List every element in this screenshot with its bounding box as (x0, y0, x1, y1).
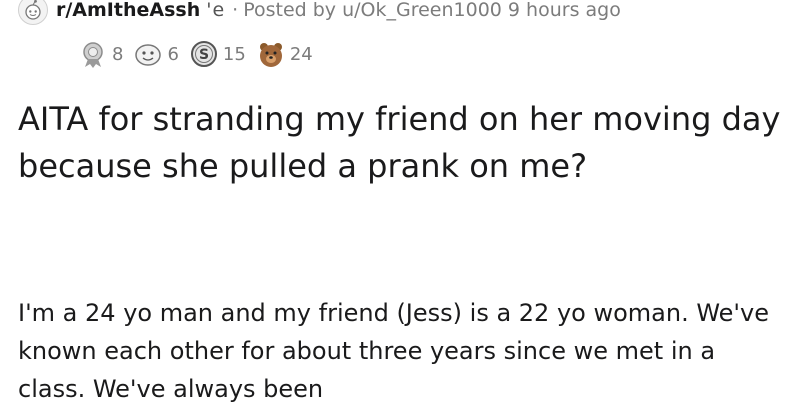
helpful-award-icon (133, 39, 163, 69)
award-bear[interactable]: 24 (256, 39, 313, 69)
post-body: I'm a 24 yo man and my friend (Jess) is … (18, 299, 769, 403)
posted-by-text: Posted by u/Ok_Green1000 9 hours ago (243, 0, 621, 21)
silver-award-icon (78, 39, 108, 69)
bear-award-icon (256, 39, 286, 69)
reddit-post: r/AmItheAssh 'e · Posted by u/Ok_Green10… (0, 0, 800, 420)
award-count: 24 (289, 43, 313, 65)
svg-text:S: S (199, 47, 209, 63)
post-title[interactable]: AITA for stranding my friend on her movi… (18, 96, 788, 190)
award-count: 15 (222, 43, 246, 65)
awards-row: 8 6 S 15 24 (78, 37, 323, 71)
subreddit-truncated-text: 'e (206, 0, 226, 21)
snoo-icon[interactable] (18, 0, 48, 25)
award-helpful[interactable]: 6 (133, 39, 179, 69)
award-s-coin[interactable]: S 15 (189, 39, 246, 69)
post-meta-row: r/AmItheAssh 'e · Posted by u/Ok_Green10… (18, 0, 621, 26)
meta-separator: · (232, 0, 239, 21)
award-count: 8 (112, 43, 124, 65)
s-coin-award-icon: S (189, 39, 219, 69)
award-count: 6 (167, 43, 179, 65)
subreddit-link[interactable]: r/AmItheAssh (56, 0, 200, 21)
award-silver[interactable]: 8 (78, 39, 123, 69)
